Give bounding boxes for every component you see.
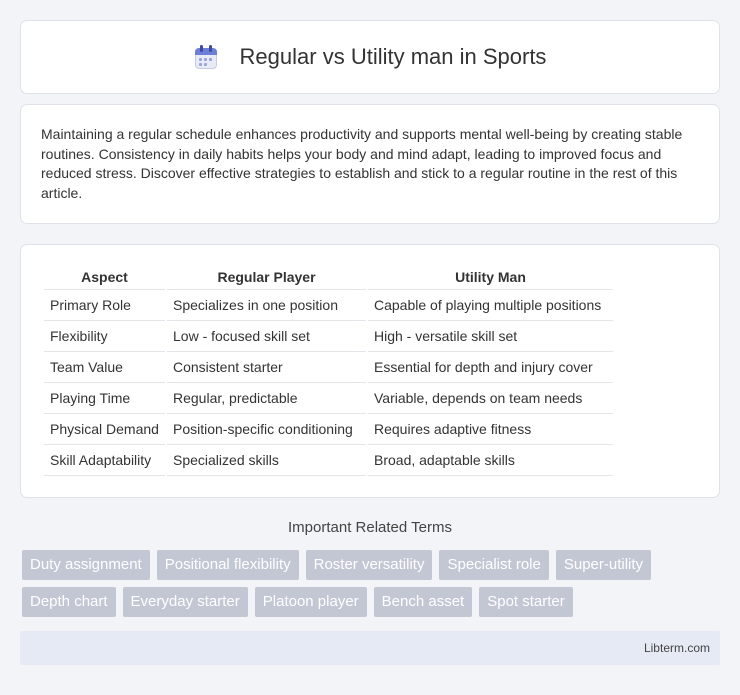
table-cell: Primary Role (44, 290, 165, 321)
comparison-card: Aspect Regular Player Utility Man Primar… (20, 244, 720, 498)
term-tag[interactable]: Positional flexibility (156, 550, 299, 580)
page-title: Regular vs Utility man in Sports (239, 44, 547, 69)
table-cell: High - versatile skill set (368, 321, 613, 352)
table-cell: Team Value (44, 352, 165, 383)
term-tag[interactable]: Specialist role (439, 550, 549, 580)
table-row: Flexibility Low - focused skill set High… (44, 321, 613, 352)
term-tag[interactable]: Duty assignment (22, 550, 150, 580)
header-regular-player: Regular Player (167, 265, 366, 290)
related-terms-tags: Duty assignment Positional flexibility R… (22, 550, 722, 624)
table-cell: Consistent starter (167, 352, 366, 383)
footer-brand-link[interactable]: Libterm.com (644, 641, 710, 655)
table-row: Primary Role Specializes in one position… (44, 290, 613, 321)
term-tag[interactable]: Spot starter (479, 587, 573, 617)
table-header-row: Aspect Regular Player Utility Man (44, 265, 613, 290)
term-tag[interactable]: Bench asset (373, 587, 473, 617)
term-tag[interactable]: Super-utility (555, 550, 652, 580)
intro-paragraph: Maintaining a regular schedule enhances … (41, 126, 683, 201)
intro-card: Maintaining a regular schedule enhances … (20, 104, 720, 224)
table-cell: Essential for depth and injury cover (368, 352, 613, 383)
table-cell: Specialized skills (167, 445, 366, 476)
table-cell: Physical Demand (44, 414, 165, 445)
table-cell: Regular, predictable (167, 383, 366, 414)
footer: Libterm.com (20, 631, 720, 665)
table-cell: Low - focused skill set (167, 321, 366, 352)
header-utility-man: Utility Man (368, 265, 613, 290)
table-row: Skill Adaptability Specialized skills Br… (44, 445, 613, 476)
table-cell: Specializes in one position (167, 290, 366, 321)
header-card: Regular vs Utility man in Sports (20, 20, 720, 94)
table-row: Team Value Consistent starter Essential … (44, 352, 613, 383)
term-tag[interactable]: Roster versatility (305, 550, 433, 580)
table-row: Physical Demand Position-specific condit… (44, 414, 613, 445)
table-cell: Position-specific conditioning (167, 414, 366, 445)
calendar-icon (194, 44, 218, 70)
table-cell: Capable of playing multiple positions (368, 290, 613, 321)
related-terms-heading: Important Related Terms (288, 519, 452, 536)
header-aspect: Aspect (44, 265, 165, 290)
term-tag[interactable]: Platoon player (254, 587, 367, 617)
table-cell: Skill Adaptability (44, 445, 165, 476)
table-cell: Variable, depends on team needs (368, 383, 613, 414)
term-tag[interactable]: Depth chart (22, 587, 116, 617)
table-cell: Broad, adaptable skills (368, 445, 613, 476)
table-cell: Requires adaptive fitness (368, 414, 613, 445)
table-cell: Flexibility (44, 321, 165, 352)
comparison-table: Aspect Regular Player Utility Man Primar… (42, 265, 615, 476)
table-cell: Playing Time (44, 383, 165, 414)
table-row: Playing Time Regular, predictable Variab… (44, 383, 613, 414)
term-tag[interactable]: Everyday starter (122, 587, 248, 617)
